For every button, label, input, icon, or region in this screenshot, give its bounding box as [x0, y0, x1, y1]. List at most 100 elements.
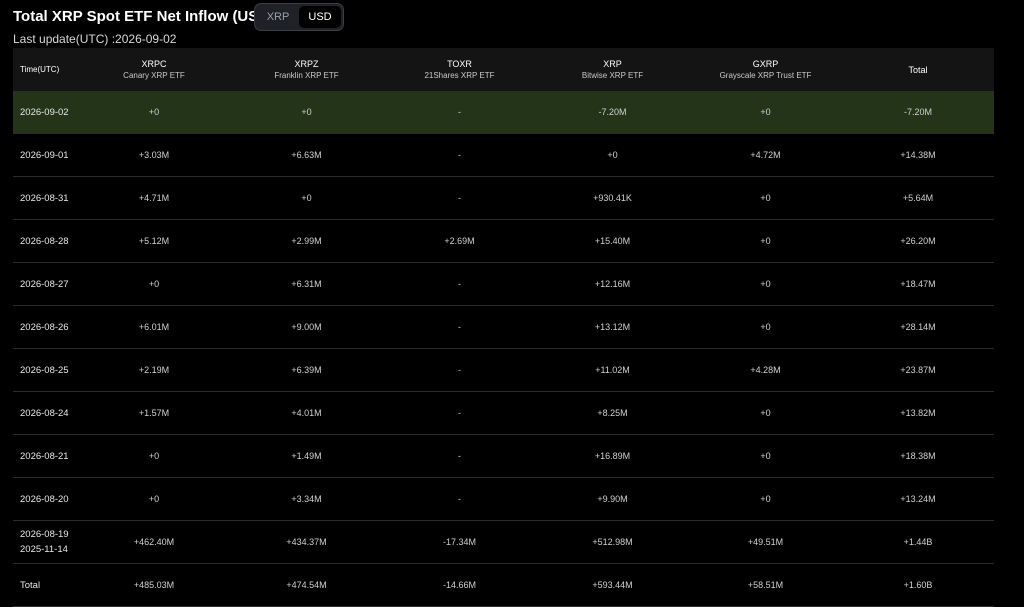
value-cell: +512.98M [536, 520, 689, 564]
table-row: 2026-09-02 +0 +0- -7.20M +0 -7.20M [13, 91, 994, 134]
date-cell: 2026-08-25 [13, 348, 78, 392]
date-cell: Total [13, 563, 78, 607]
date-cell: 2026-09-01 [13, 133, 78, 177]
date-line: 2026-08-31 [20, 192, 69, 204]
date-cell: 2026-09-02 [13, 91, 78, 134]
value-cell: +2.69M [383, 219, 536, 263]
value-cell: +6.31M [230, 262, 383, 306]
value-cell: - [383, 91, 536, 134]
date-line: 2026-08-25 [20, 364, 69, 376]
value-cell: +0 [689, 219, 842, 263]
value-cell: +4.01M [230, 391, 383, 435]
value-cell: +18.47M [842, 262, 994, 306]
column-ticker: Total [908, 64, 928, 75]
date-line: 2026-08-19 [20, 529, 69, 540]
value-cell: +3.03M [78, 133, 230, 177]
table-body: 2026-09-02 +0 +0- -7.20M +0 -7.20M 2026-09-01 +… [13, 91, 994, 607]
date-cell: 2026-08-28 [13, 219, 78, 263]
column-header-xrpz[interactable]: XRPZ Franklin XRP ETF [230, 48, 383, 91]
value-cell: +49.51M [689, 520, 842, 564]
value-cell: +0 [230, 91, 383, 134]
column-ticker: XRPZ [294, 58, 319, 69]
value-cell: -7.20M [536, 91, 689, 134]
value-cell: - [383, 391, 536, 435]
table-row: 2026-08-19 2025-11-14 +462.40M +434.37M -17.… [13, 520, 994, 564]
date-line: 2026-08-21 [20, 450, 69, 462]
value-cell: +58.51M [689, 563, 842, 607]
column-header-time: Time(UTC) [13, 48, 78, 91]
value-cell: +13.24M [842, 477, 994, 521]
column-ticker: XRPC [141, 58, 167, 69]
value-cell: +0 [78, 477, 230, 521]
date-line: 2026-08-26 [20, 321, 69, 333]
table-row: 2026-08-31 +4.71M +0- +930.41K +0 +5.64M [13, 176, 994, 220]
value-cell: +930.41K [536, 176, 689, 220]
unit-toggle: XRP USD [254, 3, 344, 31]
value-cell: +26.20M [842, 219, 994, 263]
date-cell: 2026-08-27 [13, 262, 78, 306]
column-header-total: Total [842, 48, 994, 91]
column-fund-name: Canary XRP ETF [123, 70, 185, 80]
column-header-gxrp[interactable]: GXRP Grayscale XRP Trust ETF [689, 48, 842, 91]
value-cell: +485.03M [78, 563, 230, 607]
value-cell: +434.37M [230, 520, 383, 564]
value-cell: +0 [689, 305, 842, 349]
value-cell: - [383, 262, 536, 306]
value-cell: +0 [230, 176, 383, 220]
value-cell: -17.34M [383, 520, 536, 564]
value-cell: +2.19M [78, 348, 230, 392]
date-cell: 2026-08-26 [13, 305, 78, 349]
value-cell: +23.87M [842, 348, 994, 392]
column-header-toxr[interactable]: TOXR 21Shares XRP ETF [383, 48, 536, 91]
value-cell: +18.38M [842, 434, 994, 478]
value-cell: +6.01M [78, 305, 230, 349]
value-cell: +14.38M [842, 133, 994, 177]
etf-inflow-table: Time(UTC) XRPC Canary XRP ETF XRPZ Frankli… [13, 48, 994, 607]
table-row: 2026-08-21 +0 +1.49M - +16.89M +0 +18.38M [13, 434, 994, 478]
value-cell: +16.89M [536, 434, 689, 478]
value-cell: +0 [78, 91, 230, 134]
totals-row: Total +485.03M +474.54M -14.66M +593.44M +58.… [13, 563, 994, 607]
value-cell: +4.72M [689, 133, 842, 177]
column-header-xrpc[interactable]: XRPC Canary XRP ETF [78, 48, 230, 91]
value-cell: +0 [78, 434, 230, 478]
date-cell: 2026-08-24 [13, 391, 78, 435]
table-row: 2026-08-20 +0 +3.34M - +9.90M +0 +13.24M [13, 477, 994, 521]
value-cell: +0 [689, 477, 842, 521]
table-row: 2026-08-24 +1.57M +4.01M - +8.25M +0 +13.82M [13, 391, 994, 435]
value-cell: +6.39M [230, 348, 383, 392]
date-line: 2026-08-24 [20, 407, 69, 419]
date-line: 2026-09-01 [20, 149, 69, 161]
toggle-usd-button[interactable]: USD [299, 6, 341, 28]
date-cell: 2026-08-21 [13, 434, 78, 478]
column-ticker: XRP [603, 58, 622, 69]
value-cell: +9.00M [230, 305, 383, 349]
column-header-xrp[interactable]: XRP Bitwise XRP ETF [536, 48, 689, 91]
value-cell: +474.54M [230, 563, 383, 607]
table-row: 2026-08-28 +5.12M +2.99M +2.69M +15.40M +0 +26… [13, 219, 994, 263]
value-cell: +1.60B [842, 563, 994, 607]
value-cell: +0 [689, 176, 842, 220]
column-fund-name: 21Shares XRP ETF [424, 70, 495, 80]
value-cell: +28.14M [842, 305, 994, 349]
value-cell: +12.16M [536, 262, 689, 306]
value-cell: +13.12M [536, 305, 689, 349]
value-cell: +6.63M [230, 133, 383, 177]
date-cell: 2026-08-20 [13, 477, 78, 521]
value-cell: +462.40M [78, 520, 230, 564]
page-title: Total XRP Spot ETF Net Inflow (USD) [13, 8, 275, 25]
value-cell: +0 [78, 262, 230, 306]
date-cell: 2026-08-19 2025-11-14 [13, 520, 78, 564]
column-ticker: GXRP [752, 58, 779, 69]
value-cell: - [383, 434, 536, 478]
date-line: 2026-09-02 [20, 106, 69, 118]
value-cell: - [383, 305, 536, 349]
value-cell: +593.44M [536, 563, 689, 607]
value-cell: +0 [689, 434, 842, 478]
date-line: 2025-11-14 [20, 544, 68, 555]
date-line: 2026-08-27 [20, 278, 69, 290]
value-cell: +0 [689, 262, 842, 306]
toggle-xrp-button[interactable]: XRP [257, 6, 299, 28]
value-cell: +1.57M [78, 391, 230, 435]
value-cell: +0 [536, 133, 689, 177]
